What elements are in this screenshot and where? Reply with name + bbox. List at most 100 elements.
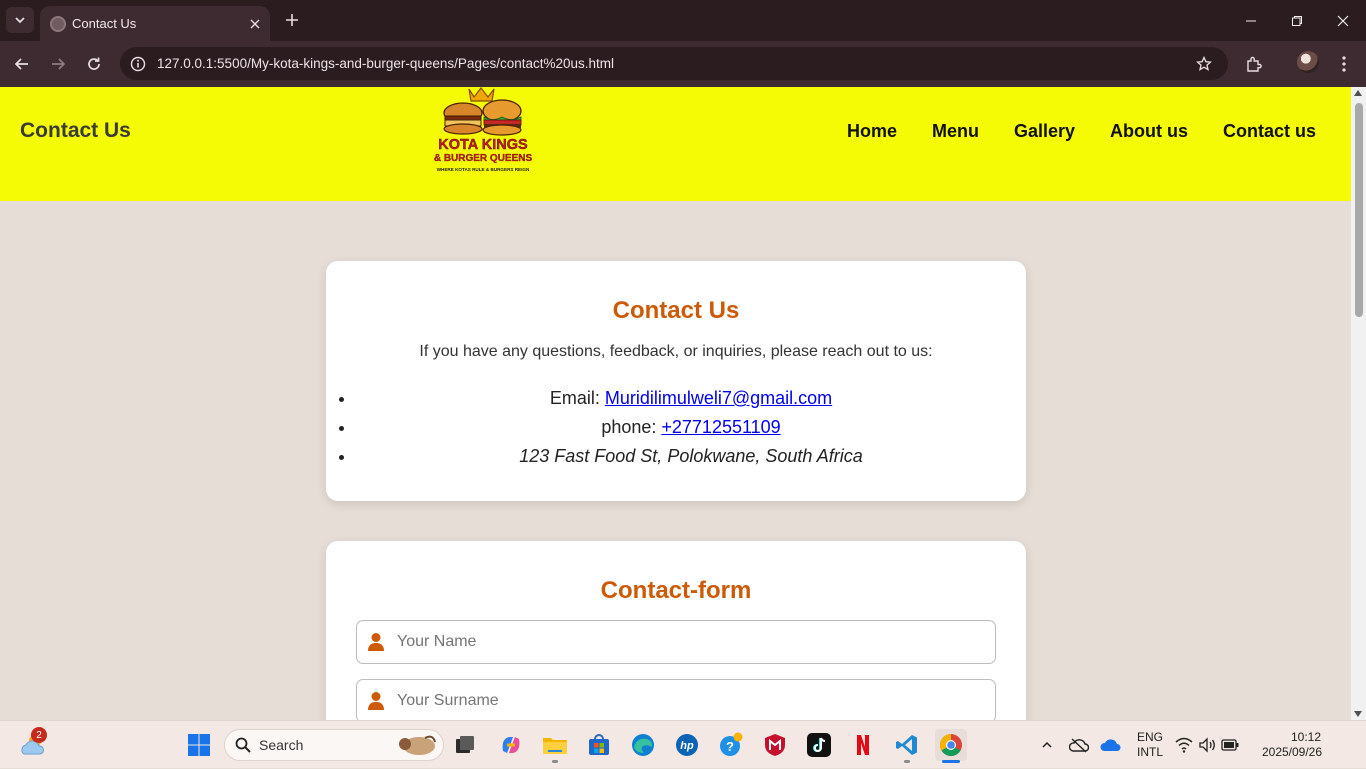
- phone-label: phone:: [601, 417, 657, 437]
- phone-item: phone: +27712551109: [356, 413, 1026, 442]
- clock[interactable]: 10:12 2025/09/26: [1252, 730, 1332, 760]
- nav-about-us[interactable]: About us: [1110, 121, 1188, 142]
- hp-logo-icon: hp: [676, 734, 698, 756]
- copilot-icon: [502, 737, 520, 753]
- folder-icon: [543, 738, 567, 754]
- netflix-icon: [857, 735, 869, 755]
- browser-toolbar: 127.0.0.1:5500/My-kota-kings-and-burger-…: [0, 41, 1366, 87]
- search-icon: [235, 737, 251, 753]
- nav-menu[interactable]: Menu: [932, 121, 979, 142]
- arrow-left-icon: [14, 58, 28, 70]
- copilot-button[interactable]: [495, 729, 527, 761]
- scrollbar-thumb[interactable]: [1355, 103, 1363, 317]
- surname-field[interactable]: [356, 679, 996, 720]
- email-item: Email: Muridilimulweli7@gmail.com: [356, 384, 1026, 413]
- minimize-button[interactable]: [1228, 0, 1274, 41]
- task-view-button[interactable]: [449, 729, 481, 761]
- logo-line2: & BURGER QUEENS: [434, 153, 533, 164]
- help-icon: ?: [720, 732, 743, 756]
- kebab-menu-icon: [1342, 56, 1346, 72]
- scroll-down-arrow-icon[interactable]: [1354, 711, 1362, 717]
- site-header: Contact Us KOTA KINGS & BURGER QUEENS WH…: [0, 87, 1351, 201]
- logo-line1: KOTA KINGS: [438, 137, 528, 153]
- name-field[interactable]: [356, 620, 996, 664]
- nav-home[interactable]: Home: [847, 121, 897, 142]
- mcafee-button[interactable]: [759, 729, 791, 761]
- hp-app-button[interactable]: hp: [671, 729, 703, 761]
- netflix-button[interactable]: [847, 729, 879, 761]
- edge-button[interactable]: [627, 729, 659, 761]
- wifi-icon: [1175, 737, 1193, 753]
- show-desktop-button[interactable]: [1356, 721, 1366, 769]
- surname-input[interactable]: [397, 692, 995, 710]
- phone-link[interactable]: +27712551109: [661, 417, 780, 437]
- show-hidden-icons-button[interactable]: [1032, 729, 1062, 761]
- contact-heading: Contact Us: [612, 297, 740, 324]
- microsoft-store-button[interactable]: [583, 729, 615, 761]
- running-indicator: [904, 760, 910, 763]
- address-bar[interactable]: 127.0.0.1:5500/My-kota-kings-and-burger-…: [120, 47, 1228, 80]
- language-line1: ENG: [1136, 730, 1163, 744]
- reload-button[interactable]: [80, 50, 108, 78]
- bookmark-star-icon[interactable]: [1194, 54, 1214, 74]
- arrow-right-icon: [52, 58, 66, 70]
- cloud-off-icon: [1069, 738, 1089, 753]
- close-window-button[interactable]: [1320, 0, 1366, 41]
- email-label: Email:: [549, 388, 600, 408]
- search-highlight-icon: [399, 735, 436, 755]
- logo-tagline: WHERE KOTAS RULE & BURGERS REIGN: [437, 167, 530, 172]
- browser-tab[interactable]: Contact Us: [40, 6, 270, 41]
- start-button[interactable]: [183, 729, 215, 761]
- chrome-button[interactable]: [935, 729, 967, 761]
- windows-logo-icon: [188, 734, 210, 756]
- email-link[interactable]: Muridilimulweli7@gmail.com: [605, 388, 832, 408]
- running-indicator: [552, 760, 558, 763]
- svg-text:hp: hp: [680, 740, 694, 752]
- address-item: 123 Fast Food St, Polokwane, South Afric…: [356, 442, 1026, 471]
- task-view-icon: [456, 736, 474, 753]
- contact-info-card: Contact Us If you have any questions, fe…: [326, 261, 1026, 501]
- battery-icon: [1221, 739, 1239, 751]
- language-indicator[interactable]: ENG INTL: [1133, 730, 1167, 760]
- name-input[interactable]: [397, 633, 995, 651]
- globe-icon: [50, 15, 66, 32]
- browser-menu-button[interactable]: [1330, 50, 1358, 78]
- page-scrollbar[interactable]: [1351, 87, 1366, 720]
- active-app-indicator: [942, 760, 960, 763]
- user-icon: [368, 633, 384, 651]
- extensions-button[interactable]: [1240, 50, 1268, 78]
- tab-strip: Contact Us: [0, 0, 1366, 41]
- address-text: 123 Fast Food St, Polokwane, South Afric…: [519, 446, 863, 466]
- search-label: Search: [259, 737, 304, 753]
- site-info-icon[interactable]: [129, 55, 147, 73]
- chevron-down-icon: [15, 17, 25, 24]
- vscode-button[interactable]: [891, 729, 923, 761]
- quick-settings-button[interactable]: [1172, 729, 1242, 761]
- close-tab-icon[interactable]: [247, 16, 263, 32]
- minimize-icon: [1246, 20, 1256, 21]
- chrome-icon: [940, 734, 962, 756]
- taskbar-search[interactable]: Search: [224, 729, 444, 761]
- forward-button[interactable]: [44, 50, 72, 78]
- onedrive-off-button[interactable]: [1064, 729, 1094, 761]
- restore-button[interactable]: [1274, 0, 1320, 41]
- restore-icon: [1292, 15, 1302, 26]
- tab-search-button[interactable]: [6, 7, 34, 33]
- nav-contact-us[interactable]: Contact us: [1223, 121, 1316, 142]
- file-explorer-button[interactable]: [539, 729, 571, 761]
- url-text[interactable]: 127.0.0.1:5500/My-kota-kings-and-burger-…: [157, 56, 1194, 71]
- profile-avatar[interactable]: [1297, 51, 1319, 73]
- header-title: Contact Us: [20, 119, 131, 142]
- volume-icon: [1199, 737, 1215, 753]
- form-heading: Contact-form: [600, 577, 752, 604]
- get-help-button[interactable]: ?: [715, 729, 747, 761]
- kota-kings-logo[interactable]: KOTA KINGS & BURGER QUEENS WHERE KOTAS R…: [433, 87, 533, 177]
- tiktok-button[interactable]: [803, 729, 835, 761]
- onedrive-cloud-icon: [1100, 739, 1121, 751]
- back-button[interactable]: [8, 50, 36, 78]
- close-icon: [1337, 15, 1349, 26]
- new-tab-button[interactable]: [280, 8, 304, 32]
- onedrive-button[interactable]: [1096, 729, 1126, 761]
- nav-gallery[interactable]: Gallery: [1014, 121, 1075, 142]
- scroll-up-arrow-icon[interactable]: [1354, 90, 1362, 96]
